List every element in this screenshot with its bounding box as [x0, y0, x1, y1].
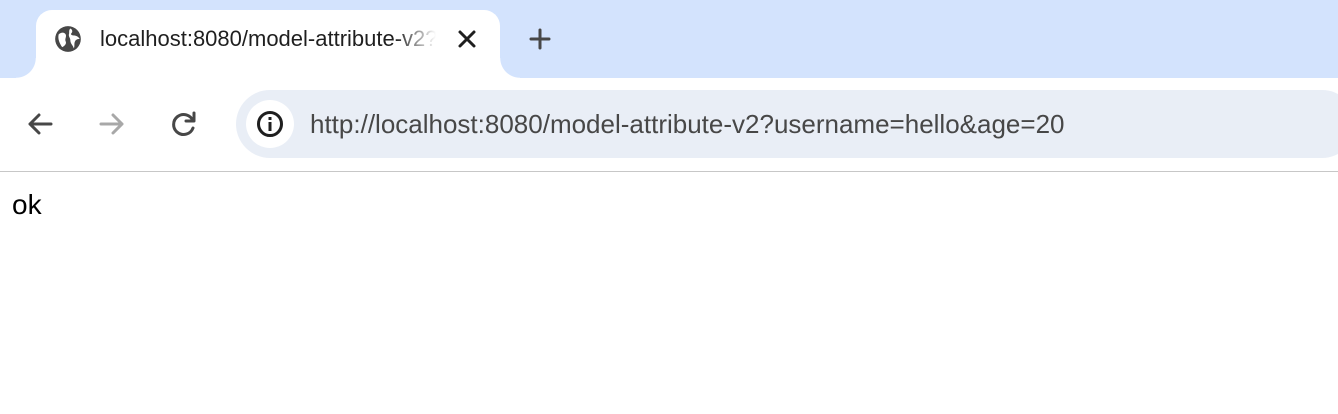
arrow-right-icon[interactable]	[96, 108, 128, 140]
page-body-text: ok	[12, 189, 42, 220]
arrow-left-icon[interactable]	[24, 108, 56, 140]
reload-icon[interactable]	[168, 108, 200, 140]
tab-strip: localhost:8080/model-attribute-v2?userna…	[0, 0, 1338, 78]
plus-icon[interactable]	[525, 24, 555, 54]
tab-title: localhost:8080/model-attribute-v2?userna…	[100, 26, 436, 51]
close-icon[interactable]	[454, 26, 480, 52]
toolbar-divider	[0, 171, 1338, 172]
url-text[interactable]: http://localhost:8080/model-attribute-v2…	[310, 107, 1065, 141]
site-info-button[interactable]	[246, 100, 294, 148]
tab-curve-left	[16, 58, 36, 78]
globe-icon	[55, 26, 81, 52]
address-bar[interactable]: http://localhost:8080/model-attribute-v2…	[236, 90, 1338, 158]
info-icon	[257, 111, 283, 137]
toolbar: http://localhost:8080/model-attribute-v2…	[0, 78, 1338, 171]
tab-curve-right	[500, 58, 520, 78]
